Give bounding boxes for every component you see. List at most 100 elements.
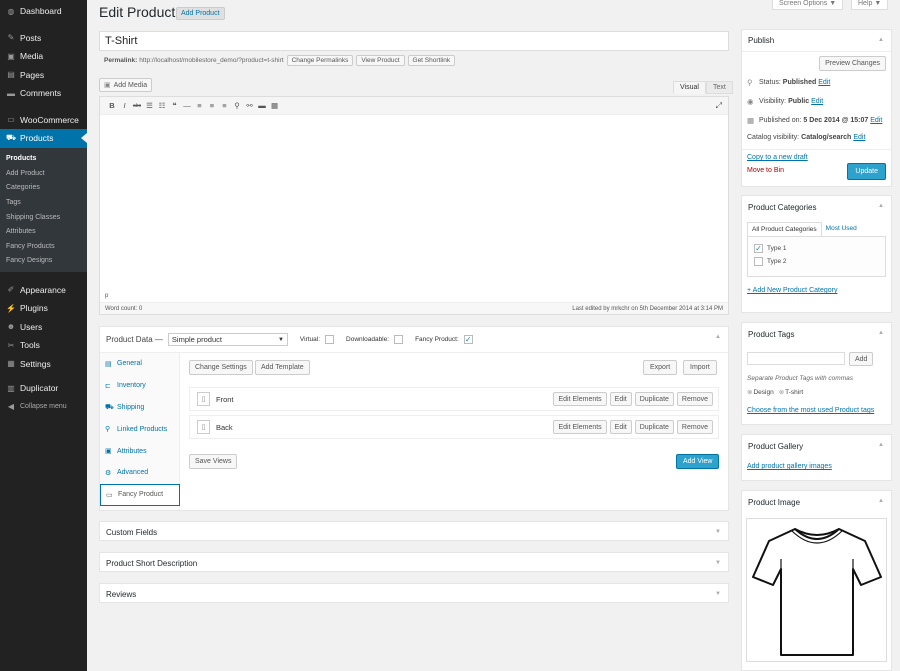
tab-most-used[interactable]: Most Used [822, 222, 861, 236]
copy-draft-link[interactable]: Copy to a new draft [747, 154, 808, 161]
reviews-box[interactable]: Reviews ▼ [99, 583, 729, 603]
add-gallery-images-link[interactable]: Add product gallery images [747, 463, 832, 470]
collapse-arrow-icon[interactable]: ▲ [878, 442, 884, 448]
add-category-link[interactable]: + Add New Product Category [747, 287, 837, 294]
edit-view-button[interactable]: Edit [609, 420, 632, 434]
custom-fields-box[interactable]: Custom Fields ▼ [99, 521, 729, 541]
tag-input[interactable] [747, 352, 845, 365]
submenu-attributes[interactable]: Attributes [0, 224, 87, 239]
menu-pages[interactable]: ▤ Pages [0, 66, 87, 85]
duplicate-view-button[interactable]: Duplicate [634, 420, 674, 434]
update-button[interactable]: Update [847, 163, 886, 180]
expand-arrow-icon[interactable]: ▼ [715, 591, 721, 597]
submenu-products[interactable]: Products [0, 152, 87, 167]
bold-icon[interactable]: B [106, 101, 118, 110]
category-item[interactable]: ✓ Type 1 [754, 242, 879, 255]
edit-elements-button[interactable]: Edit Elements [553, 420, 607, 434]
menu-products[interactable]: ⛟ Products [0, 129, 87, 148]
tab-fancy-product[interactable]: ▭ Fancy Product [100, 483, 180, 506]
expand-arrow-icon[interactable]: ▼ [715, 529, 721, 535]
add-template-button[interactable]: Add Template [255, 360, 310, 375]
edit-status-link[interactable]: Edit [818, 79, 830, 86]
menu-dashboard[interactable]: ◍ Dashboard [0, 2, 87, 21]
help-button[interactable]: Help ▼ [851, 0, 889, 10]
tab-text[interactable]: Text [705, 81, 733, 94]
view-product-button[interactable]: View Product [356, 55, 405, 66]
menu-settings[interactable]: ▦ Settings [0, 354, 87, 373]
menu-plugins[interactable]: ⚡ Plugins [0, 299, 87, 318]
remove-tag-icon[interactable]: ⊗ [779, 388, 784, 396]
strikethrough-icon[interactable]: abc [131, 103, 143, 109]
post-title-input[interactable]: T-Shirt [99, 31, 729, 51]
add-tag-button[interactable]: Add [849, 352, 874, 366]
submenu-add-product[interactable]: Add Product [0, 166, 87, 181]
tab-all-categories[interactable]: All Product Categories [747, 222, 822, 236]
get-shortlink-button[interactable]: Get Shortlink [407, 55, 456, 66]
collapse-menu-button[interactable]: ◀ Collapse menu [0, 397, 87, 416]
menu-users[interactable]: ☻ Users [0, 317, 87, 336]
submenu-categories[interactable]: Categories [0, 181, 87, 196]
menu-media[interactable]: ▣ Media [0, 47, 87, 66]
add-view-button[interactable]: Add View [676, 454, 720, 469]
edit-elements-button[interactable]: Edit Elements [553, 392, 607, 406]
fancy-product-checkbox[interactable]: ✓ [463, 335, 473, 344]
move-to-bin-link[interactable]: Move to Bin [747, 167, 784, 174]
submenu-fancy-products[interactable]: Fancy Products [0, 239, 87, 254]
unlink-icon[interactable]: ⚯ [244, 101, 256, 110]
remove-view-button[interactable]: Remove [676, 392, 713, 406]
italic-icon[interactable]: I [119, 101, 131, 110]
tab-linked-products[interactable]: ⚲ Linked Products [100, 418, 179, 440]
product-image[interactable] [746, 518, 887, 662]
numbered-list-icon[interactable]: ☷ [156, 101, 168, 110]
menu-appearance[interactable]: ✐ Appearance [0, 280, 87, 299]
change-settings-button[interactable]: Change Settings [189, 360, 253, 375]
collapse-arrow-icon[interactable]: ▲ [715, 334, 721, 340]
collapse-arrow-icon[interactable]: ▲ [878, 330, 884, 336]
screen-options-button[interactable]: Screen Options ▼ [772, 0, 844, 10]
link-icon[interactable]: ⚲ [231, 101, 243, 110]
change-permalinks-button[interactable]: Change Permalinks [286, 55, 354, 66]
collapse-arrow-icon[interactable]: ▲ [878, 37, 884, 43]
submenu-fancy-designs[interactable]: Fancy Designs [0, 254, 87, 269]
tab-general[interactable]: ▤ General [100, 353, 179, 375]
toolbar-toggle-icon[interactable]: ▦ [269, 101, 281, 110]
tab-visual[interactable]: Visual [673, 81, 706, 94]
duplicate-view-button[interactable]: Duplicate [634, 392, 674, 406]
remove-view-button[interactable]: Remove [676, 420, 713, 434]
expand-arrow-icon[interactable]: ▼ [715, 560, 721, 566]
add-media-button[interactable]: ▣ Add Media [99, 78, 153, 92]
tab-attributes[interactable]: ▣ Attributes [100, 440, 179, 462]
permalink-url[interactable]: http://localhost/mobilestore_demo/?produ… [139, 57, 283, 64]
editor-body[interactable] [100, 116, 728, 291]
category-checkbox[interactable]: ✓ [754, 244, 763, 253]
downloadable-checkbox[interactable] [394, 335, 404, 344]
export-button[interactable]: Export [643, 360, 678, 375]
category-item[interactable]: Type 2 [754, 255, 879, 268]
menu-woocommerce[interactable]: ▭ WooCommerce [0, 111, 87, 130]
remove-tag-icon[interactable]: ⊗ [747, 388, 752, 396]
tab-advanced[interactable]: ⚙ Advanced [100, 462, 179, 484]
menu-tools[interactable]: ✂ Tools [0, 336, 87, 355]
tab-inventory[interactable]: ⊏ Inventory [100, 375, 179, 397]
short-description-box[interactable]: Product Short Description ▼ [99, 552, 729, 572]
bullet-list-icon[interactable]: ☰ [144, 101, 156, 110]
product-type-select[interactable]: Simple product ▼ [167, 333, 288, 346]
blockquote-icon[interactable]: ❝ [169, 101, 181, 110]
horizontal-rule-icon[interactable]: — [181, 101, 193, 110]
choose-tags-link[interactable]: Choose from the most used Product tags [747, 407, 874, 414]
menu-posts[interactable]: ✎ Posts [0, 29, 87, 48]
align-left-icon[interactable]: ≡ [194, 101, 206, 110]
submenu-shipping-classes[interactable]: Shipping Classes [0, 210, 87, 225]
submenu-tags[interactable]: Tags [0, 195, 87, 210]
edit-catalog-link[interactable]: Edit [853, 134, 865, 141]
virtual-checkbox[interactable] [325, 335, 335, 344]
tab-shipping[interactable]: ⛟ Shipping [100, 397, 179, 419]
edit-view-button[interactable]: Edit [609, 392, 632, 406]
collapse-arrow-icon[interactable]: ▲ [878, 498, 884, 504]
preview-changes-button[interactable]: Preview Changes [819, 56, 886, 71]
category-checkbox[interactable] [754, 257, 763, 266]
collapse-arrow-icon[interactable]: ▲ [878, 203, 884, 209]
read-more-icon[interactable]: ▬ [256, 101, 268, 110]
edit-visibility-link[interactable]: Edit [811, 98, 823, 105]
menu-comments[interactable]: ▬ Comments [0, 84, 87, 103]
